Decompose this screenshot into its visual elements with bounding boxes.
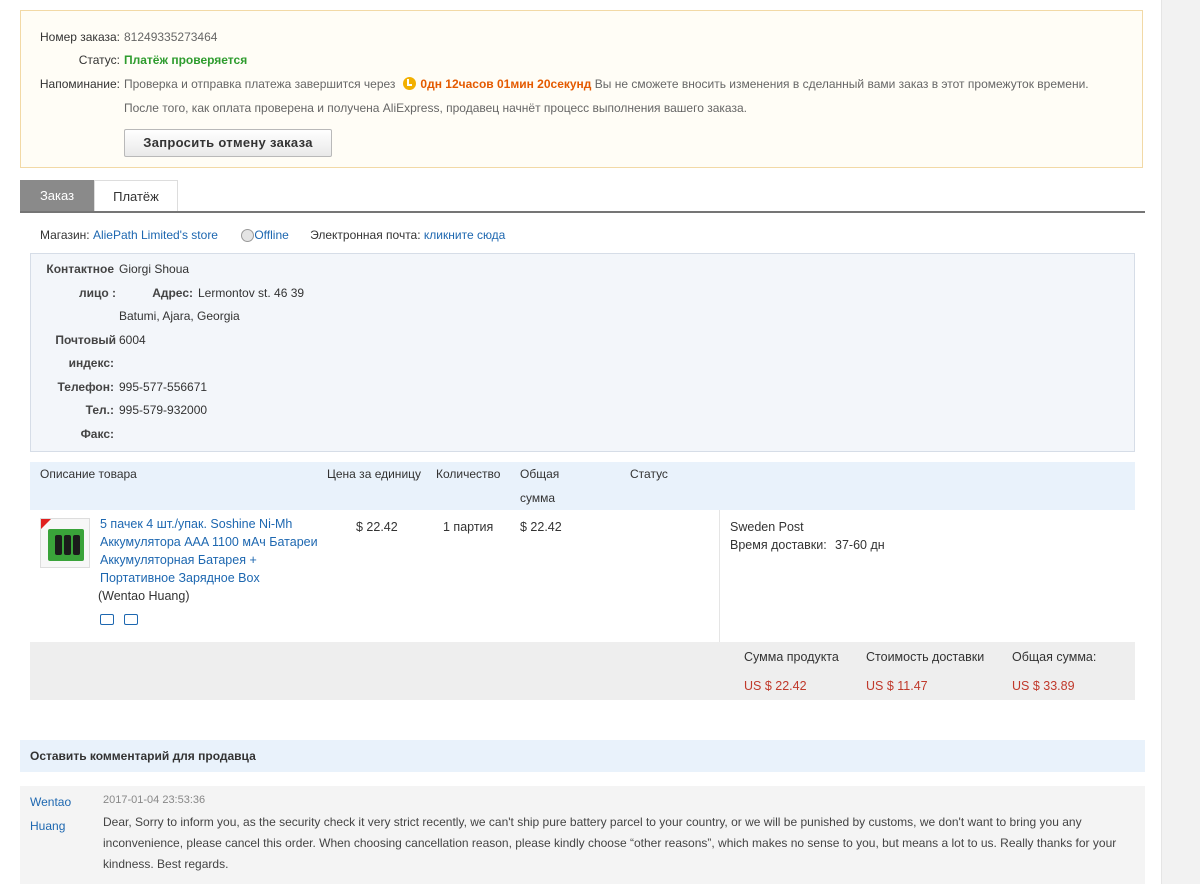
address-line-2: Batumi, Ajara, Georgia: [119, 309, 240, 323]
product-sum-label: Сумма продукта: [744, 650, 839, 664]
delivery-time-label: Время доставки:: [730, 538, 827, 552]
unit-price: $ 22.42: [356, 520, 398, 534]
store-info: Магазин: AliePath Limited's store Offlin…: [40, 226, 505, 244]
status-label: Статус:: [78, 53, 120, 67]
order-tabs: Заказ Платёж: [20, 180, 1145, 213]
product-seller: (Wentao Huang): [98, 589, 190, 603]
table-row: 5 пачек 4 шт./упак. Soshine Ni-Mh Аккуму…: [30, 510, 1135, 643]
order-detail-page: Номер заказа: 81249335273464 Статус: Пла…: [0, 0, 1162, 884]
shipping-method: Sweden Post: [730, 520, 804, 534]
phone-number: 995-577-556671: [119, 380, 208, 394]
tab-order[interactable]: Заказ: [20, 180, 94, 211]
product-title-link[interactable]: 5 пачек 4 шт./упак. Soshine Ni-Mh Аккуму…: [100, 515, 330, 587]
zip-code: 6004: [119, 333, 146, 347]
comment-date: 2017-01-04 23:53:36: [103, 794, 206, 806]
shipping-cost-label: Стоимость доставки: [866, 650, 985, 664]
quantity: 1 партия: [443, 520, 494, 534]
col-unit-price: Цена за единицу: [327, 467, 422, 481]
col-status: Статус: [630, 467, 668, 481]
offline-status[interactable]: Offline: [254, 228, 288, 242]
col-total-2: сумма: [520, 491, 556, 505]
phone-label: Телефон:: [57, 380, 114, 394]
comment-author-link[interactable]: Wentao Huang: [30, 790, 90, 838]
col-total-1: Общая: [520, 467, 560, 481]
snapshot-icon[interactable]: [100, 614, 114, 625]
offline-status-icon: [241, 229, 255, 242]
product-thumbnail[interactable]: [40, 518, 90, 568]
product-table-header: Описание товара Цена за единицу Количест…: [30, 462, 1135, 511]
col-quantity: Количество: [436, 467, 501, 481]
contact-label-2: лицо :: [78, 286, 116, 300]
comment-author-first: Wentao: [30, 795, 72, 809]
tab-payment[interactable]: Платёж: [94, 180, 178, 211]
email-link[interactable]: кликните сюда: [424, 228, 505, 242]
tel-label: Тел.:: [85, 403, 114, 417]
comment-item: Wentao Huang 2017-01-04 23:53:36 Dear, S…: [20, 786, 1145, 884]
zip-label-2: индекс:: [68, 356, 114, 370]
request-cancel-button[interactable]: Запросить отмену заказа: [124, 129, 332, 157]
zip-label-1: Почтовый: [55, 333, 116, 347]
shipping-cost: US $ 11.47: [866, 679, 928, 693]
promo-flag-icon: [41, 519, 51, 529]
shipping-address-box: Контактное Giorgi Shoua лицо : Адрес: Le…: [30, 253, 1135, 452]
comment-text: Dear, Sorry to inform you, as the securi…: [103, 815, 1117, 871]
tel-number: 995-579-932000: [119, 403, 208, 417]
reminder-before: Проверка и отправка платежа завершится ч…: [124, 77, 396, 91]
status-value: Платёж проверяется: [124, 53, 248, 67]
battery-icon: [73, 535, 80, 555]
contact-name: Giorgi Shoua: [119, 262, 190, 276]
comment-section-header: Оставить комментарий для продавца: [20, 740, 1145, 772]
product-sum: US $ 22.42: [744, 679, 807, 693]
total-sum: US $ 33.89: [1012, 679, 1075, 693]
address-label: Адрес:: [152, 286, 193, 300]
store-link[interactable]: AliePath Limited's store: [93, 228, 218, 242]
column-divider: [719, 510, 720, 642]
total-sum-label: Общая сумма:: [1012, 650, 1097, 664]
address-line-1: Lermontov st. 46 39: [198, 286, 305, 300]
fax-label: Факс:: [80, 427, 114, 441]
store-label: Магазин:: [40, 228, 90, 242]
battery-icon: [64, 535, 71, 555]
order-summary: Сумма продукта US $ 22.42 Стоимость дост…: [30, 642, 1135, 700]
order-number-label: Номер заказа:: [39, 30, 120, 44]
reminder-label: Напоминание:: [39, 77, 120, 91]
contact-label-1: Контактное: [46, 262, 114, 276]
battery-icon: [55, 535, 62, 555]
total-price: $ 22.42: [520, 520, 562, 534]
email-label: Электронная почта:: [310, 228, 421, 242]
clock-icon: [403, 77, 417, 90]
order-number: 81249335273464: [124, 30, 218, 44]
reminder-text: Проверка и отправка платежа завершится ч…: [124, 72, 1124, 120]
delivery-time: 37-60 дн: [835, 538, 885, 552]
order-status-box: Номер заказа: 81249335273464 Статус: Пла…: [20, 10, 1143, 168]
details-icon[interactable]: [124, 614, 138, 625]
col-description: Описание товара: [40, 467, 137, 481]
comment-author-last: Huang: [30, 819, 66, 833]
countdown-timer: 0дн 12часов 01мин 20секунд: [420, 77, 592, 91]
